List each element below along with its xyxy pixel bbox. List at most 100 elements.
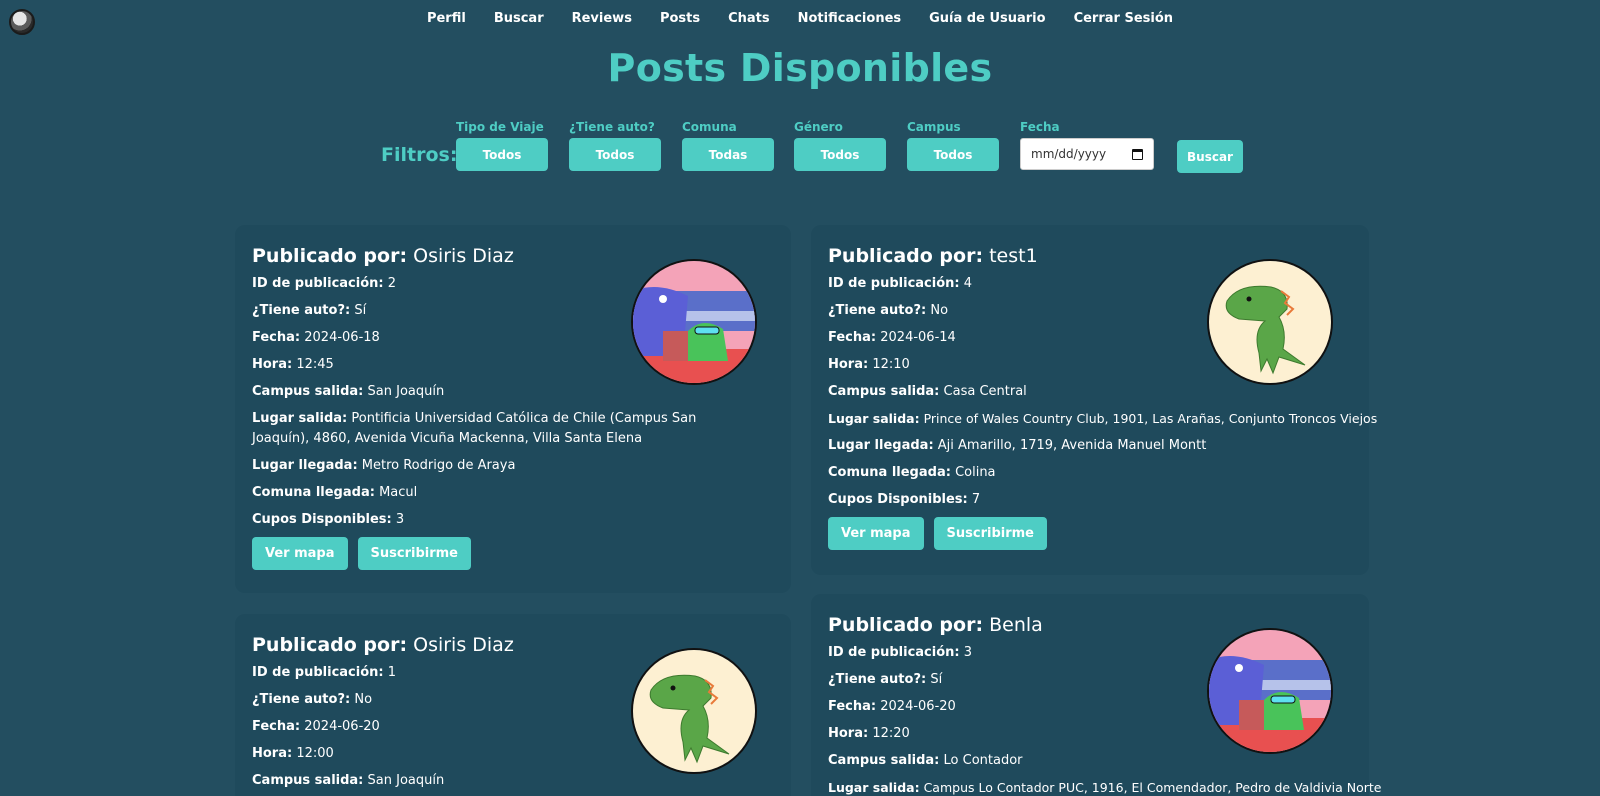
green-dino-icon — [631, 648, 757, 774]
author-name: Osiris Diaz — [413, 245, 514, 267]
field-label: Lugar llegada: — [252, 458, 358, 473]
subscribe-button[interactable]: Suscribirme — [933, 517, 1047, 550]
published-by-label: Publicado por: — [828, 245, 984, 267]
field-value: Campus Lo Contador PUC, 1916, El Comenda… — [923, 780, 1382, 795]
post-commune: Comuna llegada: Macul — [252, 483, 774, 503]
field-label: Lugar salida: — [828, 411, 920, 426]
field-value: Casa Central — [943, 384, 1027, 399]
avatar-image — [633, 650, 755, 772]
author-name: test1 — [989, 245, 1038, 267]
view-map-button[interactable]: Ver mapa — [828, 517, 924, 550]
field-value: 2024-06-20 — [304, 719, 380, 734]
post-campus: Campus salida: San Joaquín — [252, 382, 774, 402]
field-value: 12:10 — [872, 357, 910, 372]
field-label: Cupos Disponibles: — [252, 512, 392, 527]
card-actions: Ver mapa Suscribirme — [252, 537, 774, 570]
field-value: 12:20 — [872, 726, 910, 741]
filters-bar: Filtros: Tipo de Viaje Todos ¿Tiene auto… — [0, 120, 1600, 180]
field-label: Campus salida: — [828, 384, 940, 399]
avatar-image — [633, 261, 755, 383]
page-title: Posts Disponibles — [607, 46, 993, 90]
filter-fecha: Fecha mm/dd/yyyy — [1020, 120, 1154, 170]
published-by-label: Publicado por: — [252, 245, 408, 267]
view-map-button[interactable]: Ver mapa — [252, 537, 348, 570]
field-label: ID de publicación: — [828, 645, 960, 660]
field-value: 1 — [387, 665, 397, 680]
filter-campus: Campus Todos — [907, 120, 999, 171]
field-value: 2024-06-14 — [880, 330, 956, 345]
filter-comuna-select[interactable]: Todas — [682, 138, 774, 171]
post-campus: Campus salida: Lo Contador — [828, 751, 1352, 771]
field-label: Campus salida: — [252, 773, 364, 788]
field-label: Lugar salida: — [252, 411, 348, 426]
post-seats: Cupos Disponibles: 7 — [828, 490, 1352, 510]
field-value: 2024-06-18 — [304, 330, 380, 345]
field-label: Campus salida: — [828, 753, 940, 768]
nav-perfil[interactable]: Perfil — [413, 11, 480, 26]
filter-tiene-auto: ¿Tiene auto? Todos — [569, 120, 661, 171]
nav-notificaciones[interactable]: Notificaciones — [784, 11, 916, 26]
nav-cerrar-sesion[interactable]: Cerrar Sesión — [1060, 11, 1187, 26]
filter-campus-select[interactable]: Todos — [907, 138, 999, 171]
field-label: Fecha: — [828, 699, 877, 714]
post-arrival: Lugar llegada: Aji Amarillo, 1719, Aveni… — [828, 436, 1352, 456]
calendar-icon[interactable] — [1132, 148, 1143, 160]
author-name: Benla — [989, 614, 1043, 636]
field-value: 3 — [395, 512, 405, 527]
field-label: Comuna llegada: — [828, 465, 951, 480]
field-value: San Joaquín — [367, 384, 445, 399]
avatar-image — [1209, 261, 1331, 383]
field-value: 12:45 — [296, 357, 334, 372]
field-value: Metro Rodrigo de Araya — [361, 458, 516, 473]
post-card: Publicado por: test1 ID de publicación: … — [811, 225, 1377, 575]
filter-genero-select[interactable]: Todos — [794, 138, 886, 171]
post-campus: Campus salida: Casa Central — [828, 382, 1352, 402]
field-label: Hora: — [828, 357, 869, 372]
top-nav: Perfil Buscar Reviews Posts Chats Notifi… — [0, 11, 1600, 26]
field-label: Hora: — [252, 357, 293, 372]
field-label: Hora: — [828, 726, 869, 741]
field-value: 3 — [963, 645, 973, 660]
post-card: Publicado por: Benla ID de publicación: … — [811, 594, 1381, 796]
subscribe-button[interactable]: Suscribirme — [357, 537, 471, 570]
field-value: 2024-06-20 — [880, 699, 956, 714]
nav-guia-usuario[interactable]: Guía de Usuario — [915, 11, 1059, 26]
filter-label: Comuna — [682, 120, 737, 134]
field-value: Prince of Wales Country Club, 1901, Las … — [923, 411, 1378, 426]
field-label: ID de publicación: — [828, 276, 960, 291]
published-by-label: Publicado por: — [828, 614, 984, 636]
filter-tiene-auto-select[interactable]: Todos — [569, 138, 661, 171]
filter-comuna: Comuna Todas — [682, 120, 774, 171]
field-label: ID de publicación: — [252, 665, 384, 680]
nav-reviews[interactable]: Reviews — [558, 11, 646, 26]
field-value: 7 — [971, 492, 981, 507]
filters-label: Filtros: — [381, 144, 458, 166]
field-label: ¿Tiene auto?: — [828, 303, 927, 318]
nav-buscar[interactable]: Buscar — [480, 11, 558, 26]
search-button[interactable]: Buscar — [1177, 140, 1243, 173]
dino-car-icon — [631, 259, 757, 385]
field-label: Fecha: — [252, 719, 301, 734]
field-value: San Joaquín — [367, 773, 445, 788]
field-value: Macul — [379, 485, 418, 500]
field-value: Colina — [955, 465, 996, 480]
post-seats: Cupos Disponibles: 3 — [252, 510, 774, 530]
date-input[interactable]: mm/dd/yyyy — [1020, 138, 1154, 170]
post-departure: Lugar salida: Prince of Wales Country Cl… — [828, 409, 1377, 429]
field-label: Lugar llegada: — [828, 438, 934, 453]
post-card: Publicado por: Osiris Diaz ID de publica… — [235, 225, 791, 593]
nav-posts[interactable]: Posts — [646, 11, 714, 26]
filter-tipo-viaje-select[interactable]: Todos — [456, 138, 548, 171]
field-label: Lugar salida: — [828, 780, 920, 795]
filter-label: Género — [794, 120, 843, 134]
field-value: Lo Contador — [943, 753, 1023, 768]
field-label: Comuna llegada: — [252, 485, 375, 500]
filter-label: ¿Tiene auto? — [569, 120, 655, 134]
field-label: Hora: — [252, 746, 293, 761]
nav-chats[interactable]: Chats — [714, 11, 784, 26]
field-label: ID de publicación: — [252, 276, 384, 291]
field-value: 12:00 — [296, 746, 334, 761]
filter-genero: Género Todos — [794, 120, 886, 171]
post-card: Publicado por: Osiris Diaz ID de publica… — [235, 614, 791, 796]
field-value: No — [930, 303, 949, 318]
